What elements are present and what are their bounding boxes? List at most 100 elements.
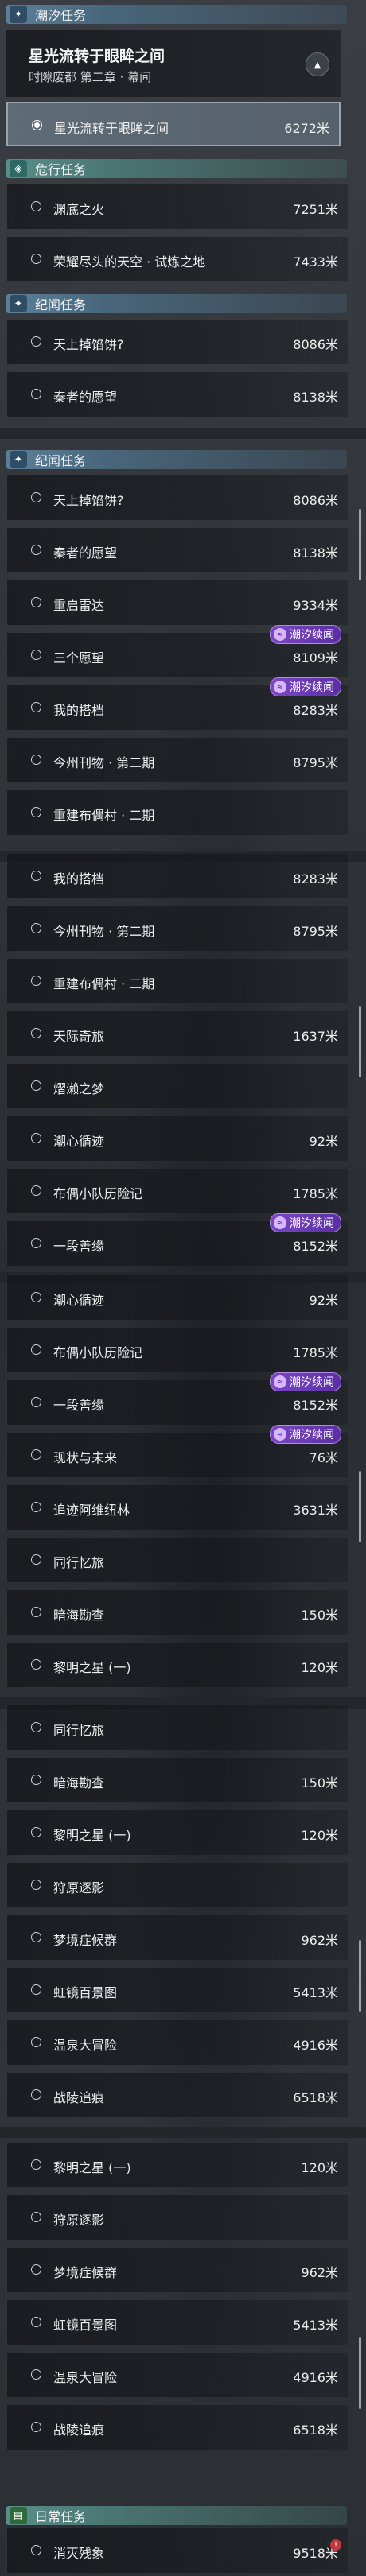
screen-separator [0, 428, 366, 439]
task-item[interactable]: 潮心循迹 92米 [6, 1275, 348, 1320]
radio-icon [31, 2212, 41, 2222]
badge-label: 潮汐续闻 [290, 1217, 334, 1230]
task-item[interactable]: 消灭残象 9518米! [6, 2528, 348, 2573]
task-item[interactable]: 同行忆旅 [6, 1538, 348, 1582]
scrollbar[interactable] [359, 509, 361, 580]
tide-tasks-header[interactable]: ✦ 潮汐任务 [6, 5, 347, 24]
quest-subtitle: 时隙废都 第二章 · 幕间 [29, 70, 152, 84]
task-item[interactable]: 狩原逐影 [6, 2195, 348, 2240]
task-distance: 8086米 [293, 337, 338, 352]
task-item[interactable]: 战陵追痕 6518米 [6, 2405, 348, 2450]
task-item[interactable]: 一段善缘 8152米 ≈ 潮汐续闻 [6, 1372, 348, 1425]
task-item[interactable]: 现状与未来 76米 ≈ 潮汐续闻 [6, 1425, 348, 1477]
task-item[interactable]: 追迹阿维纽林 3631米 [6, 1485, 348, 1530]
radio-icon [31, 1238, 41, 1248]
radio-icon [31, 1554, 41, 1565]
task-distance: 150米 [301, 1608, 338, 1623]
task-distance: 4916米 [293, 2370, 338, 2385]
task-distance: 8152米 [293, 1398, 338, 1413]
task-name: 战陵追痕 [53, 2090, 105, 2105]
hazard-tasks-header[interactable]: ◈ 危行任务 [6, 159, 347, 178]
task-name: 潮心循迹 [53, 1134, 105, 1149]
task-name: 战陵追痕 [53, 2423, 105, 2438]
radio-icon [31, 1344, 41, 1355]
task-distance: 6518米 [293, 2090, 338, 2105]
task-item[interactable]: 黎明之星 (一) 120米 [6, 1643, 348, 1687]
radio-icon [31, 650, 41, 660]
task-name: 狩原逐影 [53, 1880, 105, 1895]
task-name: 追迹阿维纽林 [53, 1503, 130, 1518]
task-name: 今州刊物 · 第二期 [53, 755, 155, 770]
task-item[interactable]: 温泉大冒险 4916米 [6, 2020, 348, 2065]
task-item[interactable]: 同行忆旅 [6, 1705, 348, 1750]
radio-icon [31, 1659, 41, 1670]
scrollbar[interactable] [359, 1940, 361, 2012]
task-item[interactable]: 梦境症候群 962米 [6, 2248, 348, 2292]
task-distance: 6518米 [293, 2423, 338, 2438]
scrollbar[interactable] [359, 2337, 361, 2409]
task-distance: 8138米 [293, 545, 338, 561]
task-item[interactable]: 布偶小队历险记 1785米 [6, 1328, 348, 1372]
task-item[interactable]: 梦境症候群 962米 [6, 1915, 348, 1960]
section-title: 日常任务 [35, 2509, 87, 2524]
daily-tasks-header[interactable]: ▤ 日常任务 [6, 2506, 347, 2525]
task-name: 重建布偶村 · 二期 [53, 976, 155, 991]
task-name: 狩原逐影 [53, 2213, 105, 2228]
task-name: 熠濑之梦 [53, 1081, 105, 1096]
task-item[interactable]: 潮心循迹 92米 [6, 1116, 348, 1161]
task-distance: 8283米 [293, 871, 338, 886]
section-icon: ✦ [10, 6, 27, 23]
task-item[interactable]: 温泉大冒险 4916米 [6, 2353, 348, 2397]
task-item[interactable]: 今州刊物 · 第二期 8795米 [6, 738, 348, 782]
task-distance: 76米 [309, 1450, 338, 1465]
radio-icon [31, 1028, 41, 1038]
tale-tasks-header[interactable]: ✦ 纪闻任务 [6, 294, 347, 313]
task-item[interactable]: 黎明之星 (一) 120米 [6, 1810, 348, 1855]
current-quest-card[interactable]: 星光流转于眼眸之间 时隙废都 第二章 · 幕间 ▲ [6, 30, 341, 97]
task-name: 现状与未来 [53, 1450, 118, 1465]
radio-icon [31, 2422, 41, 2432]
task-item[interactable]: 熠濑之梦 [6, 1064, 348, 1108]
task-name: 我的搭档 [53, 871, 105, 886]
radio-icon [31, 2317, 41, 2327]
section-title: 潮汐任务 [35, 8, 87, 23]
radio-icon [31, 871, 41, 881]
radio-icon [32, 120, 42, 130]
task-item[interactable]: 重启雷达 9334米 [6, 580, 348, 625]
radio-icon [31, 1397, 41, 1407]
task-item[interactable]: 重建布偶村 · 二期 [6, 959, 348, 1003]
task-item[interactable]: 虹镜百景图 5413米 [6, 1968, 348, 2012]
task-item[interactable]: 狩原逐影 [6, 1863, 348, 1907]
task-item[interactable]: 天际奇旅 1637米 [6, 1011, 348, 1056]
task-item[interactable]: 黎明之星 (一) 120米 [6, 2143, 348, 2187]
task-item[interactable]: 暗海勘查 150米 [6, 1758, 348, 1802]
task-name: 布偶小队历险记 [53, 1186, 143, 1201]
task-item[interactable]: 天上掉馅饼? 8086米 [6, 475, 348, 520]
task-item[interactable]: 秦者的愿望 8138米 [6, 372, 348, 417]
task-name: 虹镜百景图 [53, 1985, 118, 2000]
task-item[interactable]: 星光流转于眼眸之间 6272米 [6, 102, 341, 146]
scrollbar[interactable] [359, 1006, 361, 1077]
task-item[interactable]: 渊底之火 7251米 [6, 184, 348, 229]
tale-tasks-header[interactable]: ✦ 纪闻任务 [6, 450, 347, 469]
scrollbar[interactable] [359, 1471, 361, 1542]
task-item[interactable]: 秦者的愿望 8138米 [6, 528, 348, 572]
radio-icon [31, 1722, 41, 1732]
task-name: 梦境症候群 [53, 2265, 118, 2280]
task-item[interactable]: 虹镜百景图 5413米 [6, 2300, 348, 2345]
task-item[interactable]: 重建布偶村 · 二期 [6, 790, 348, 835]
task-item[interactable]: 战陵追痕 6518米 [6, 2073, 348, 2117]
task-item[interactable]: 荣耀尽头的天空 · 试炼之地 7433米 [6, 237, 348, 281]
task-item[interactable]: 暗海勘查 150米 [6, 1590, 348, 1635]
radio-icon [31, 2369, 41, 2380]
task-item[interactable]: 三个愿望 8109米 ≈ 潮汐续闻 [6, 625, 348, 677]
task-item[interactable]: 布偶小队历险记 1785米 [6, 1169, 348, 1213]
task-item[interactable]: 今州刊物 · 第二期 8795米 [6, 906, 348, 951]
tide-sequel-badge: ≈ 潮汐续闻 [270, 1372, 341, 1391]
task-item[interactable]: 我的搭档 8283米 [6, 854, 348, 898]
collapse-icon[interactable]: ▲ [306, 52, 329, 76]
task-item[interactable]: 天上掉馅饼? 8086米 [6, 320, 348, 364]
task-item[interactable]: 一段善缘 8152米 ≈ 潮汐续闻 [6, 1213, 348, 1266]
task-name: 天上掉馅饼? [53, 493, 124, 508]
task-item[interactable]: 我的搭档 8283米 ≈ 潮汐续闻 [6, 677, 348, 730]
